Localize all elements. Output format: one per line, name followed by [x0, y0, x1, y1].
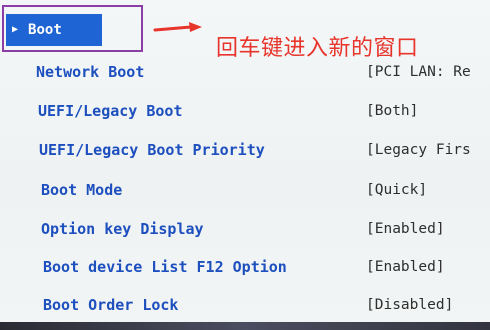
- setting-label: UEFI/Legacy Boot: [38, 102, 183, 120]
- setting-label: UEFI/Legacy Boot Priority: [39, 141, 265, 159]
- setting-value: [Disabled]: [366, 297, 454, 313]
- setting-value: [Legacy Firs: [366, 142, 471, 158]
- setting-value: [Quick]: [366, 182, 428, 198]
- bios-screen: ▶ Boot 回车键进入新的窗口 Network Boot [PCI LAN: …: [0, 0, 490, 330]
- annotation-text: 回车键进入新的窗口: [216, 36, 419, 61]
- arrow-right-icon: [153, 22, 202, 32]
- monitor-bezel-edge: [0, 322, 490, 330]
- setting-row-boot-mode[interactable]: Boot Mode [Quick]: [41, 179, 427, 201]
- setting-label: Option key Display: [41, 220, 204, 238]
- setting-row-network-boot[interactable]: Network Boot [PCI LAN: Re: [36, 61, 471, 83]
- setting-value: [Both]: [366, 103, 419, 119]
- setting-value: [PCI LAN: Re: [366, 64, 471, 80]
- setting-row-uefi-legacy-boot[interactable]: UEFI/Legacy Boot [Both]: [38, 100, 418, 122]
- setting-value: [Enabled]: [366, 221, 445, 237]
- setting-row-option-key-display[interactable]: Option key Display [Enabled]: [41, 218, 445, 240]
- annotation-highlight-box: [2, 5, 143, 52]
- setting-value: [Enabled]: [366, 259, 445, 275]
- setting-label: Boot device List F12 Option: [43, 258, 287, 276]
- setting-row-boot-order-lock[interactable]: Boot Order Lock [Disabled]: [43, 294, 453, 316]
- setting-label: Boot Mode: [41, 181, 123, 199]
- setting-row-boot-device-list-f12[interactable]: Boot device List F12 Option [Enabled]: [43, 256, 445, 278]
- setting-row-uefi-legacy-boot-priority[interactable]: UEFI/Legacy Boot Priority [Legacy Firs: [39, 139, 471, 161]
- setting-label: Boot Order Lock: [43, 296, 179, 314]
- setting-label: Network Boot: [36, 63, 145, 81]
